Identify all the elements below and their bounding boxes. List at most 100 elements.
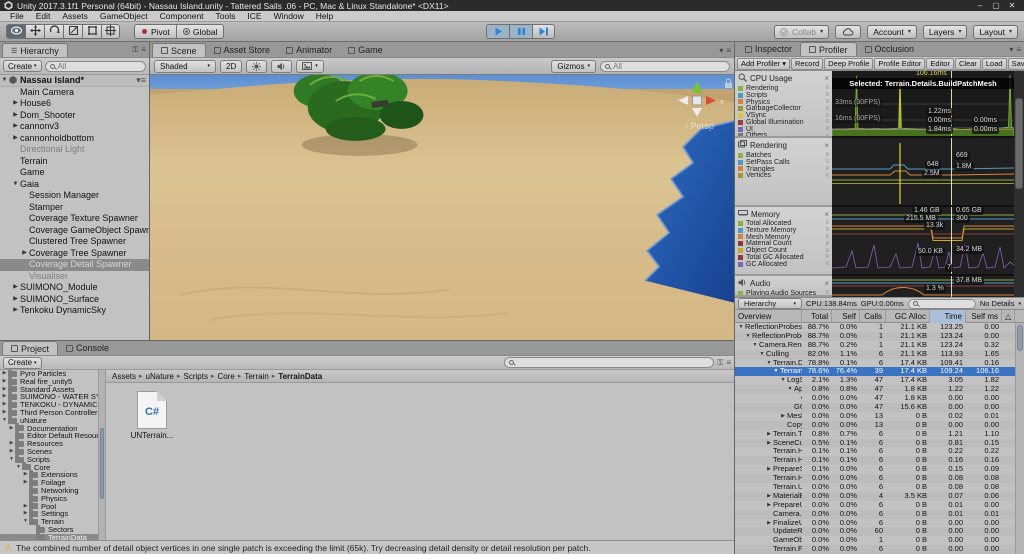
hierarchy-item-session-manager[interactable]: Session Manager xyxy=(0,190,149,202)
move-tool-button[interactable] xyxy=(25,24,44,39)
expand-arrow-icon[interactable]: ▶ xyxy=(1,401,8,409)
pause-button[interactable] xyxy=(509,24,532,39)
expand-arrow-icon[interactable]: ▼ xyxy=(751,341,759,350)
menu-tools[interactable]: Tools xyxy=(210,11,242,22)
rotate-tool-button[interactable] xyxy=(44,24,63,39)
expand-arrow-icon[interactable]: ▶ xyxy=(22,510,29,518)
column-header-calls[interactable]: Calls xyxy=(860,310,886,323)
expand-arrow-icon[interactable]: ▶ xyxy=(22,503,29,511)
tab-project[interactable]: Project xyxy=(2,341,59,355)
table-row[interactable]: ▶Mesh.AwakeF 0.0% 0.0% 13 0 B 0.02 0.01 xyxy=(735,412,1015,421)
hierarchy-item-visualiser[interactable]: Visualiser xyxy=(0,271,149,283)
profiler-clear-button[interactable]: Clear xyxy=(954,57,981,70)
expand-arrow-icon[interactable]: ▶ xyxy=(765,465,773,474)
panel-menu-icon[interactable]: ≡ xyxy=(726,358,731,367)
table-row[interactable]: ▼LogStringToC 2.1% 1.3% 47 17.4 KB 3.05 1.82 xyxy=(735,376,1015,385)
lock-icon[interactable]: ⚿ xyxy=(132,45,138,55)
hierarchy-item-directional-light[interactable]: Directional Light xyxy=(0,144,149,156)
legend-vertices[interactable]: Vertices ≡ xyxy=(738,172,829,179)
panel-menu-icon[interactable]: ≡ xyxy=(1016,45,1021,54)
hierarchy-item-suimono_surface[interactable]: ▶ SUIMONO_Surface xyxy=(0,294,149,306)
tab-occlusion[interactable]: Occlusion xyxy=(857,42,923,56)
profiler-load-button[interactable]: Load xyxy=(981,57,1007,70)
hierarchy-item-house6[interactable]: ▶ House6 xyxy=(0,98,149,110)
hierarchy-item-coverage-texture-spawner[interactable]: Coverage Texture Spawner xyxy=(0,213,149,225)
menu-help[interactable]: Help xyxy=(310,11,339,22)
table-row[interactable]: Terrain.Heightmap. 0.0% 0.0% 6 0 B 0.08 0.08 xyxy=(735,474,1015,484)
expand-arrow-icon[interactable]: ▼ xyxy=(737,323,745,332)
expand-arrow-icon[interactable]: ▶ xyxy=(11,121,20,133)
expand-arrow-icon[interactable]: ▶ xyxy=(779,412,787,421)
profiler-view-dropdown[interactable]: Hierarchy ▾ xyxy=(738,298,802,309)
table-row[interactable]: GameObject.Activa 0.0% 0.0% 1 0 B 0.00 0.00 xyxy=(735,536,1015,545)
shading-mode-dropdown[interactable]: Shaded ▾ xyxy=(154,59,216,73)
audio-chart[interactable]: 37.8 MB 1.3 % xyxy=(832,276,1014,297)
menu-ice[interactable]: ICE xyxy=(241,11,267,22)
expand-arrow-icon[interactable]: ▼ xyxy=(786,385,794,394)
hierarchy-item-cannonv3[interactable]: ▶ cannonv3 xyxy=(0,121,149,133)
expand-arrow-icon[interactable]: ▶ xyxy=(8,440,15,448)
table-row[interactable]: Terrain.FlushDirty 0.0% 0.0% 6 0 B 0.00 0.00 xyxy=(735,545,1015,554)
table-row[interactable]: ▶Terrain.Trees.Rend 0.8% 0.7% 6 0 B 1.21 1.10 xyxy=(735,430,1015,439)
close-icon[interactable]: × xyxy=(824,141,829,150)
table-row[interactable]: Terrain.Heightmap. 0.1% 0.1% 6 0 B 0.22 0.22 xyxy=(735,447,1015,456)
breadcrumb-terrain[interactable]: Terrain xyxy=(244,372,268,381)
minimize-icon[interactable]: – xyxy=(972,0,988,11)
expand-arrow-icon[interactable]: ▶ xyxy=(1,378,8,386)
table-row[interactable]: Terrain.Heightmap. 0.1% 0.1% 6 0 B 0.16 0.16 xyxy=(735,456,1015,466)
expand-arrow-icon[interactable]: ▶ xyxy=(765,430,773,439)
table-scrollbar[interactable] xyxy=(1015,323,1024,554)
tab-console[interactable]: Console xyxy=(58,341,117,355)
table-row[interactable]: Camera.FireOnPreC 0.0% 0.0% 6 0 B 0.01 0.01 xyxy=(735,509,1015,519)
expand-arrow-icon[interactable]: ▼ xyxy=(22,518,29,526)
hierarchy-item-dom_shooter[interactable]: ▶ Dom_Shooter xyxy=(0,110,149,122)
expand-arrow-icon[interactable]: ▶ xyxy=(11,305,20,317)
hierarchy-item-clustered-tree-spawner[interactable]: Clustered Tree Spawner xyxy=(0,236,149,248)
hierarchy-item-coverage-detail-spawner[interactable]: Coverage Detail Spawner xyxy=(0,259,149,271)
profiler-deep-profile-button[interactable]: Deep Profile xyxy=(824,57,874,70)
expand-arrow-icon[interactable]: ▼ xyxy=(779,376,787,385)
column-header-total[interactable]: Total xyxy=(802,310,832,323)
profiler-add-profiler-button[interactable]: Add Profiler ▾ xyxy=(737,57,790,70)
table-row[interactable]: GC.Alloc 0.0% 0.0% 47 15.6 KB 0.00 0.00 xyxy=(735,403,1015,412)
rendering-chart[interactable]: 669 648 1.8M 2.5M xyxy=(832,138,1014,207)
table-row[interactable]: ▼Application 0.8% 0.8% 47 1.8 KB 1.22 1.22 xyxy=(735,385,1015,395)
hierarchy-item-cannonholdbottom[interactable]: ▶ cannonholdbottom xyxy=(0,133,149,145)
close-icon[interactable]: × xyxy=(824,74,829,83)
account-dropdown[interactable]: Account ▾ xyxy=(867,24,917,39)
hierarchy-search-input[interactable]: All xyxy=(44,60,146,72)
transform-tool-button[interactable] xyxy=(101,24,120,39)
table-row[interactable]: ▼Terrain.Details.E 78.6% 76.4% 39 17.4 KB 109… xyxy=(735,367,1015,377)
table-row[interactable]: ▼ReflectionProbes.Update 88.7% 0.0% 1 21.1 K… xyxy=(735,323,1015,332)
expand-arrow-icon[interactable]: ▼ xyxy=(744,332,752,341)
project-search-input[interactable] xyxy=(504,357,715,368)
close-icon[interactable]: × xyxy=(824,210,829,219)
table-row[interactable]: UpdateRendererBo 0.0% 0.0% 60 0 B 0.00 0.00 xyxy=(735,527,1015,537)
close-icon[interactable]: × xyxy=(824,279,829,288)
tab-profiler[interactable]: Profiler xyxy=(800,42,857,56)
pivot-button[interactable]: Pivot xyxy=(134,24,176,39)
search-filter-icon[interactable]: ⚿ xyxy=(717,358,723,368)
2d-toggle[interactable]: 2D xyxy=(220,59,243,73)
column-header-time-ms[interactable]: Time ms xyxy=(930,310,966,323)
expand-arrow-icon[interactable]: ▶ xyxy=(11,282,20,294)
menu-component[interactable]: Component xyxy=(154,11,210,22)
expand-arrow-icon[interactable]: ▼ xyxy=(0,75,9,86)
audio-toggle[interactable] xyxy=(271,59,293,73)
scene-options-icon[interactable]: ▾≡ xyxy=(136,75,149,86)
column-header-gc-alloc[interactable]: GC Alloc xyxy=(886,310,930,323)
view-tool-button[interactable] xyxy=(6,24,25,39)
expand-arrow-icon[interactable]: ▶ xyxy=(22,479,29,487)
expand-arrow-icon[interactable]: ▶ xyxy=(765,519,773,528)
scene-viewport[interactable]: x ‹ Persp xyxy=(150,75,734,340)
profiler-record-button[interactable]: Record xyxy=(790,57,824,70)
global-button[interactable]: Global xyxy=(175,24,225,39)
menu-gameobject[interactable]: GameObject xyxy=(94,11,154,22)
menu-file[interactable]: File xyxy=(4,11,30,22)
breadcrumb-assets[interactable]: Assets xyxy=(112,372,136,381)
menu-assets[interactable]: Assets xyxy=(56,11,94,22)
expand-arrow-icon[interactable]: ▼ xyxy=(11,179,20,191)
breadcrumb-scripts[interactable]: Scripts xyxy=(184,372,208,381)
project-create-button[interactable]: Create ▾ xyxy=(3,356,42,369)
expand-arrow-icon[interactable]: ▶ xyxy=(11,98,20,110)
